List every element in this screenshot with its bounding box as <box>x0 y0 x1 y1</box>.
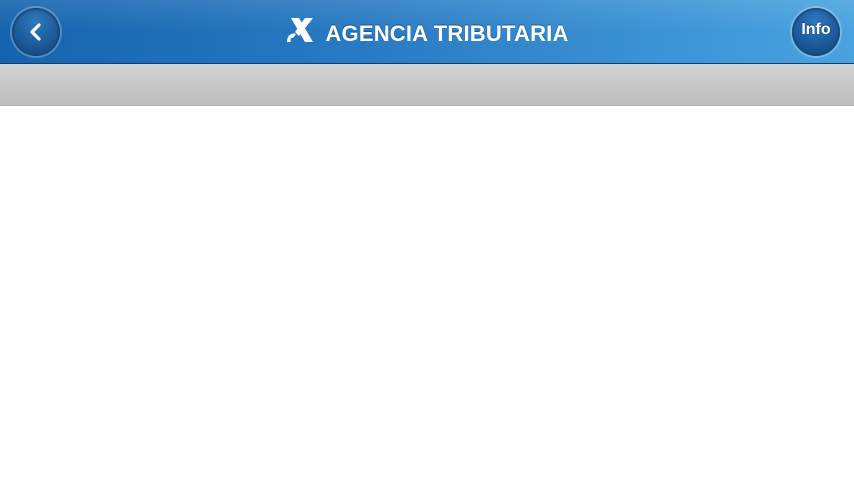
header-bar: AGENCIA TRIBUTARIA Info <box>0 0 854 64</box>
page-title: AGENCIA TRIBUTARIA <box>325 21 569 46</box>
back-button[interactable] <box>12 8 60 56</box>
agencia-tributaria-logo-icon <box>287 18 314 42</box>
info-button[interactable]: Info <box>792 8 840 56</box>
app-screen: AGENCIA TRIBUTARIA Info <box>0 0 854 480</box>
sub-toolbar <box>0 64 854 106</box>
chevron-left-icon <box>30 23 41 41</box>
main-content-area <box>0 106 854 480</box>
header-brand: AGENCIA TRIBUTARIA <box>0 0 854 64</box>
info-button-label: Info <box>801 21 831 38</box>
